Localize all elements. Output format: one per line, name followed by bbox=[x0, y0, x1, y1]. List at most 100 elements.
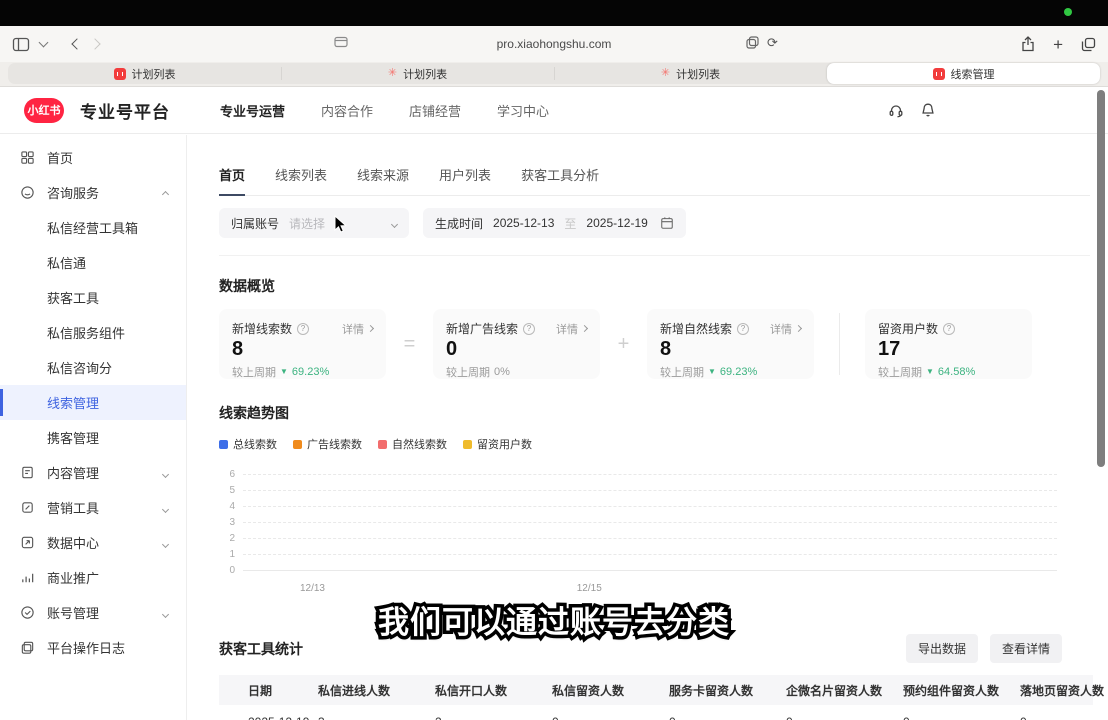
tag-icon bbox=[20, 500, 36, 515]
question-circle-icon[interactable]: ? bbox=[737, 323, 749, 335]
export-data-button[interactable]: 导出数据 bbox=[906, 634, 978, 663]
card-detail-link[interactable]: 详情 bbox=[342, 321, 373, 337]
sidebar-item-label: 内容管理 bbox=[47, 463, 99, 482]
cell-value: 2 bbox=[435, 715, 552, 720]
new-tab-icon[interactable]: + bbox=[1053, 36, 1063, 53]
view-details-button[interactable]: 查看详情 bbox=[990, 634, 1062, 663]
cell-value: 0 bbox=[1020, 715, 1108, 720]
logo-text: 小红书 bbox=[28, 102, 61, 118]
cell-date: 2025-12-19 bbox=[248, 715, 318, 720]
card-title: 留资用户数 bbox=[878, 320, 938, 337]
browser-tab-2[interactable]: ✳ 计划列表 bbox=[281, 63, 554, 84]
y-tick: 0 bbox=[219, 565, 235, 576]
cell-value: 0 bbox=[669, 715, 786, 720]
chevron-right-icon bbox=[367, 325, 374, 332]
xiaohongshu-logo[interactable]: 小红书 bbox=[24, 98, 64, 123]
doc-icon bbox=[20, 465, 36, 480]
filter-row: 归属账号 请选择 生成时间 2025-12-13 至 2025-12-19 bbox=[219, 208, 1108, 238]
date-end-value[interactable]: 2025-12-19 bbox=[586, 216, 647, 230]
date-start-value[interactable]: 2025-12-13 bbox=[493, 216, 554, 230]
date-range-picker[interactable]: 生成时间 2025-12-13 至 2025-12-19 bbox=[423, 208, 686, 238]
legend-retained-users[interactable]: 留资用户数 bbox=[463, 436, 532, 452]
legend-swatch bbox=[293, 440, 302, 449]
sidebar-item-lead-tools[interactable]: 获客工具 bbox=[0, 280, 186, 315]
table-row: 2025-12-19 3 2 0 0 0 0 0 bbox=[219, 705, 1093, 720]
url-text: pro.xiaohongshu.com bbox=[497, 37, 612, 51]
card-new-leads: 新增线索数 ? 详情 8 较上周期▼69.23% bbox=[219, 309, 386, 379]
tab-home[interactable]: 首页 bbox=[219, 165, 245, 195]
scrollbar-thumb[interactable] bbox=[1097, 90, 1105, 467]
customer-service-icon[interactable] bbox=[888, 102, 904, 118]
cell-value: 0 bbox=[552, 715, 669, 720]
browser-tab-4-active[interactable]: 线索管理 bbox=[827, 63, 1100, 84]
macos-menubar bbox=[0, 0, 1108, 26]
sidebar-item-consult-service[interactable]: 咨询服务 bbox=[0, 175, 186, 210]
tab-lead-source[interactable]: 线索来源 bbox=[357, 165, 409, 195]
sidebar-item-dm-score[interactable]: 私信咨询分 bbox=[0, 350, 186, 385]
browser-tab-label: 计划列表 bbox=[132, 66, 176, 82]
reload-icon[interactable]: ⟳ bbox=[767, 36, 778, 49]
browser-tab-3[interactable]: ✳ 计划列表 bbox=[554, 63, 827, 84]
down-triangle-icon: ▼ bbox=[280, 368, 288, 376]
card-retained-users: 留资用户数 ? 17 较上周期▼64.58% bbox=[865, 309, 1032, 379]
account-select[interactable]: 归属账号 请选择 bbox=[219, 208, 409, 238]
question-circle-icon[interactable]: ? bbox=[523, 323, 535, 335]
equals-operator: = bbox=[386, 333, 433, 356]
sidebar-item-dm-tong[interactable]: 私信通 bbox=[0, 245, 186, 280]
page-icon[interactable] bbox=[334, 36, 348, 48]
sidebar-item-lead-management[interactable]: 线索管理 bbox=[0, 385, 186, 420]
tab-overview-icon[interactable] bbox=[1081, 37, 1096, 52]
question-circle-icon[interactable]: ? bbox=[943, 323, 955, 335]
tab-group-icon[interactable] bbox=[746, 36, 759, 49]
forward-button[interactable] bbox=[91, 40, 99, 48]
col-wecom-retained: 企微名片留资人数 bbox=[786, 682, 903, 699]
browser-tab-label: 线索管理 bbox=[951, 66, 995, 82]
nav-item-learn[interactable]: 学习中心 bbox=[497, 101, 549, 120]
sidebar-item-commercial-promotion[interactable]: 商业推广 bbox=[0, 560, 186, 595]
sidebar-item-marketing-tools[interactable]: 营销工具 bbox=[0, 490, 186, 525]
card-detail-link[interactable]: 详情 bbox=[770, 321, 801, 337]
tab-lead-list[interactable]: 线索列表 bbox=[275, 165, 327, 195]
url-field[interactable]: pro.xiaohongshu.com bbox=[497, 26, 612, 62]
trend-chart: 6 5 4 3 2 1 0 12/13 12/15 bbox=[219, 466, 1057, 596]
browser-tab-1[interactable]: 计划列表 bbox=[8, 63, 281, 84]
product-name: 专业号平台 bbox=[80, 98, 170, 123]
bell-icon[interactable] bbox=[920, 102, 936, 118]
card-new-organic-leads: 新增自然线索 ? 详情 8 较上周期▼69.23% bbox=[647, 309, 814, 379]
x-tick: 12/15 bbox=[577, 583, 602, 594]
legend-ad-leads[interactable]: 广告线索数 bbox=[293, 436, 362, 452]
legend-organic-leads[interactable]: 自然线索数 bbox=[378, 436, 447, 452]
sidebar-item-home[interactable]: 首页 bbox=[0, 140, 186, 175]
tab-user-list[interactable]: 用户列表 bbox=[439, 165, 491, 195]
share-icon[interactable] bbox=[1021, 36, 1035, 52]
sidebar-item-platform-log[interactable]: 平台操作日志 bbox=[0, 630, 186, 665]
chevron-down-icon[interactable] bbox=[39, 38, 49, 48]
sidebar-item-visitor-management[interactable]: 携客管理 bbox=[0, 420, 186, 455]
card-detail-link[interactable]: 详情 bbox=[556, 321, 587, 337]
card-divider bbox=[814, 313, 865, 375]
cell-value: 0 bbox=[786, 715, 903, 720]
y-tick: 6 bbox=[219, 469, 235, 480]
chart-legend: 总线索数 广告线索数 自然线索数 留资用户数 bbox=[219, 436, 1108, 452]
delta-value: 64.58% bbox=[938, 366, 975, 378]
divider bbox=[219, 255, 1090, 256]
sidebar-item-label: 线索管理 bbox=[47, 393, 99, 412]
nav-item-shop[interactable]: 店铺经营 bbox=[409, 101, 461, 120]
col-dm-retained: 私信留资人数 bbox=[552, 682, 669, 699]
sidebar-toggle-icon[interactable] bbox=[12, 37, 30, 52]
tab-tool-analysis[interactable]: 获客工具分析 bbox=[521, 165, 599, 195]
back-button[interactable] bbox=[73, 40, 81, 48]
compare-label: 较上周期 bbox=[878, 364, 922, 380]
question-circle-icon[interactable]: ? bbox=[297, 323, 309, 335]
sidebar-item-data-center[interactable]: 数据中心 bbox=[0, 525, 186, 560]
overview-cards: 新增线索数 ? 详情 8 较上周期▼69.23% = 新增广告线索 ? 详情 0 bbox=[219, 309, 1108, 379]
sidebar-item-dm-toolbox[interactable]: 私信经营工具箱 bbox=[0, 210, 186, 245]
nav-item-operation[interactable]: 专业号运营 bbox=[220, 101, 285, 120]
sidebar-item-content-management[interactable]: 内容管理 bbox=[0, 455, 186, 490]
nav-item-content-coop[interactable]: 内容合作 bbox=[321, 101, 373, 120]
legend-total-leads[interactable]: 总线索数 bbox=[219, 436, 277, 452]
sidebar-item-dm-components[interactable]: 私信服务组件 bbox=[0, 315, 186, 350]
sidebar-item-account-management[interactable]: 账号管理 bbox=[0, 595, 186, 630]
calendar-icon[interactable] bbox=[660, 216, 674, 230]
trend-chart-title: 线索趋势图 bbox=[219, 403, 1108, 423]
